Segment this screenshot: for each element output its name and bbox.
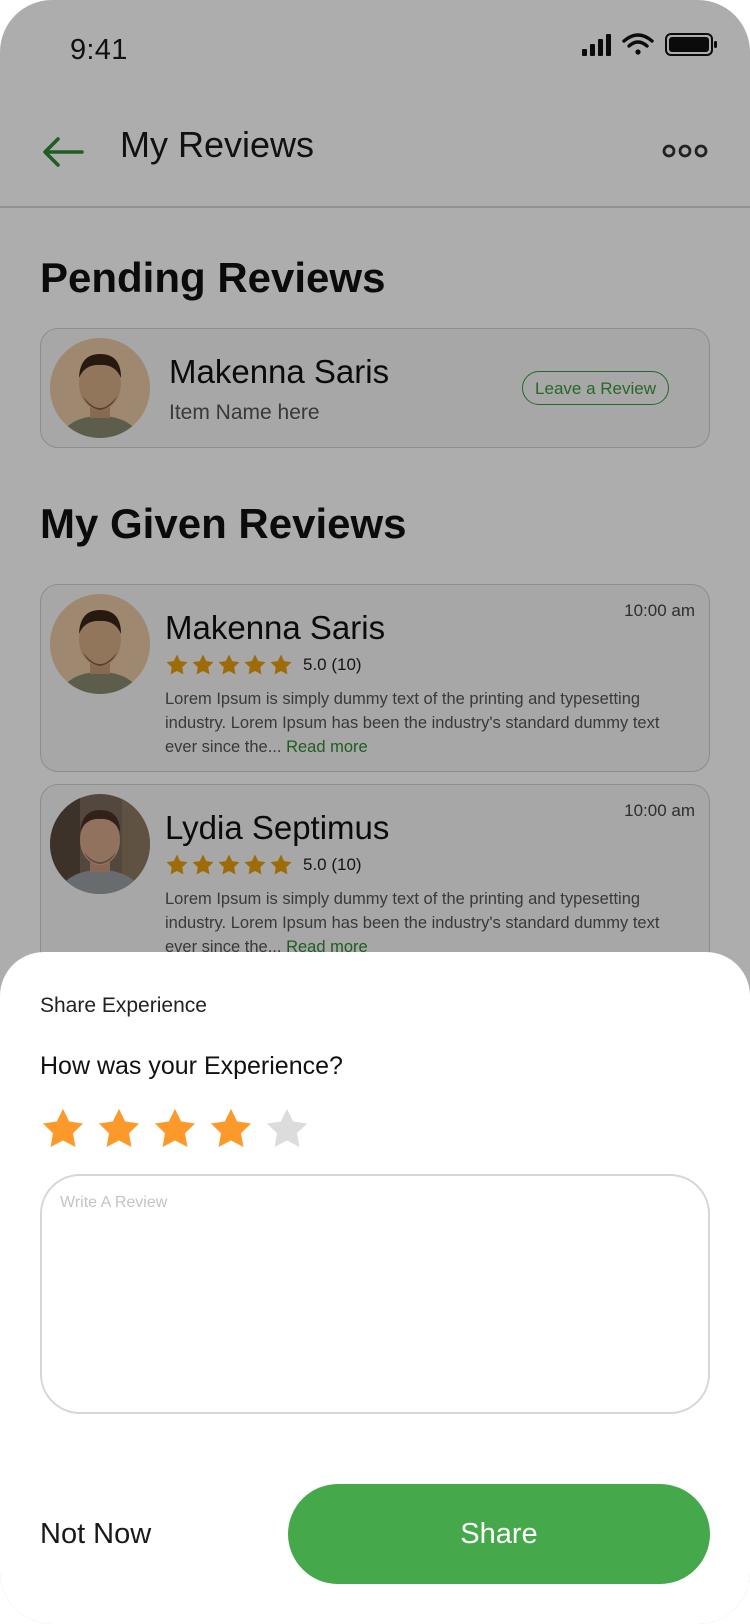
sheet-question: How was your Experience? (40, 1052, 343, 1080)
rating-star-1-icon[interactable] (40, 1106, 86, 1152)
sheet-label: Share Experience (40, 994, 207, 1017)
share-button[interactable]: Share (288, 1484, 710, 1584)
rating-star-2-icon[interactable] (96, 1106, 142, 1152)
rating-star-3-icon[interactable] (152, 1106, 198, 1152)
rating-stars (40, 1106, 320, 1152)
not-now-button[interactable]: Not Now (40, 1518, 151, 1551)
review-text-input[interactable] (40, 1174, 710, 1414)
screen: 9:41 My Reviews Pending Reviews Makenna … (0, 0, 750, 1624)
share-experience-sheet: Share Experience How was your Experience… (0, 952, 750, 1624)
rating-star-4-icon[interactable] (208, 1106, 254, 1152)
rating-star-5-icon[interactable] (264, 1106, 310, 1152)
